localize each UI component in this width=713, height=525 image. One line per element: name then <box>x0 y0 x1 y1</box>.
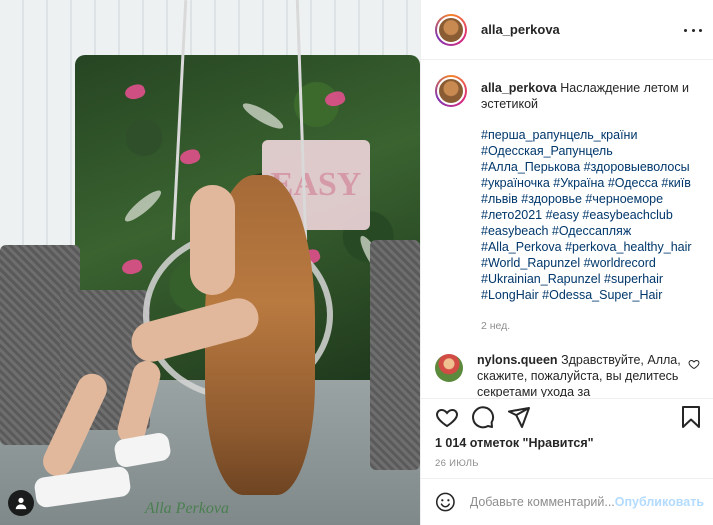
hashtag-line[interactable]: #LongHair #Odessa_Super_Hair <box>481 287 700 303</box>
post-caption: alla_perkova Наслаждение летом и эстетик… <box>435 75 700 334</box>
hashtag-line[interactable]: #Alla_Perkova #perkova_healthy_hair <box>481 239 700 255</box>
post-date[interactable]: 26 ИЮЛЬ <box>435 458 479 469</box>
commenter-avatar[interactable] <box>435 354 463 382</box>
photo-signature: Alla Perkova <box>145 500 229 517</box>
caption-avatar[interactable] <box>435 75 467 107</box>
woman-torso <box>190 185 235 295</box>
post-header: alla_perkova <box>421 0 713 60</box>
likes-count[interactable]: 1 014 отметок "Нравится" <box>435 436 594 450</box>
avatar[interactable] <box>435 13 467 46</box>
hashtag-line[interactable]: #перша_рапунцель_країни <box>481 127 700 143</box>
paper-plane-icon[interactable] <box>507 405 531 429</box>
post-comment-button[interactable]: Опубликовать <box>615 495 704 509</box>
user-icon <box>15 497 27 510</box>
comment-heart-icon[interactable] <box>688 358 700 370</box>
bookmark-icon[interactable] <box>679 405 703 429</box>
comment-input[interactable] <box>469 495 615 509</box>
hashtag-line[interactable]: #World_Rapunzel #worldrecord <box>481 255 700 271</box>
hashtag-line[interactable]: #easybeach #Одессапляж <box>481 223 700 239</box>
post-photo[interactable]: EASY Alla Perkova <box>0 0 420 525</box>
hashtag-line[interactable]: #Ukrainian_Rapunzel #superhair <box>481 271 700 287</box>
hashtag-line[interactable]: #Одесская_Рапунцель <box>481 143 700 159</box>
add-comment-bar: Опубликовать <box>421 478 713 525</box>
instagram-post: EASY Alla Perkova alla_perkova alla_perk… <box>0 0 713 525</box>
comments-scroll-area[interactable]: alla_perkova Наслаждение летом и эстетик… <box>421 61 713 397</box>
comment-bubble-icon[interactable] <box>471 405 495 429</box>
action-bar <box>421 398 713 434</box>
comment-text: nylons.queen Здравствуйте, Алла, скажите… <box>477 352 682 397</box>
comment-item: nylons.queen Здравствуйте, Алла, скажите… <box>435 352 700 397</box>
more-horizontal-icon[interactable] <box>684 22 702 38</box>
hashtag-list: #перша_рапунцель_країни #Одесская_Рапунц… <box>481 127 700 303</box>
wicker-chair <box>370 240 420 470</box>
caption-time-ago[interactable]: 2 нед. <box>481 318 700 334</box>
hashtag-line[interactable]: #Алла_Перькова #здоровыеволосы <box>481 159 700 175</box>
tagged-users-button[interactable] <box>8 490 34 516</box>
header-username[interactable]: alla_perkova <box>481 22 560 37</box>
hashtag-line[interactable]: #лето2021 #easy #easybeachclub <box>481 207 700 223</box>
hashtag-line[interactable]: #україночка #Україна #Одесса #київ <box>481 175 700 191</box>
commenter-username[interactable]: nylons.queen <box>477 353 558 367</box>
heart-icon[interactable] <box>435 405 459 429</box>
caption-text: alla_perkova Наслаждение летом и эстетик… <box>481 75 700 334</box>
hashtag-line[interactable]: #львів #здоровье #черноеморе <box>481 191 700 207</box>
caption-username[interactable]: alla_perkova <box>481 81 557 95</box>
post-details-panel: alla_perkova alla_perkova Наслаждение ле… <box>420 0 713 525</box>
smiley-icon[interactable] <box>435 490 456 514</box>
